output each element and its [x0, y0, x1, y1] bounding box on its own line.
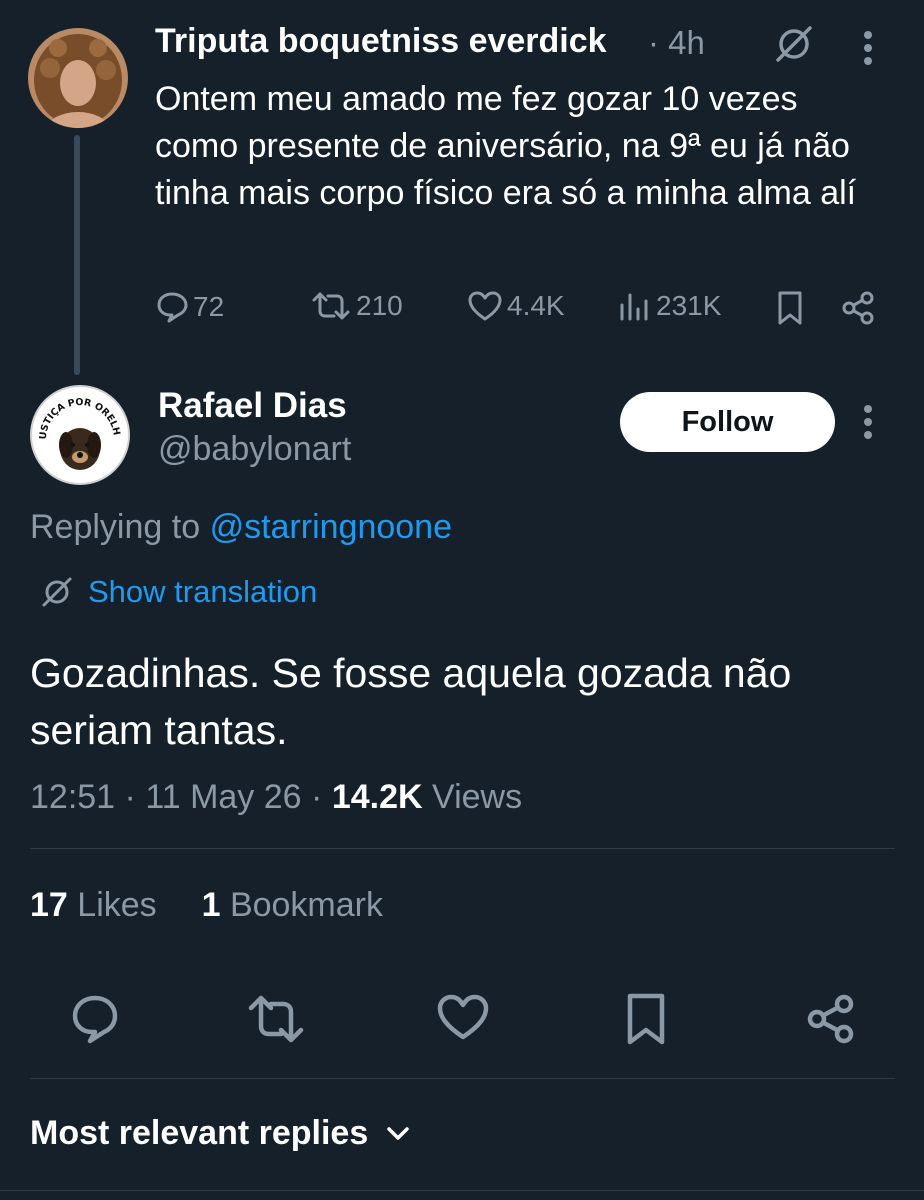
bookmarks-count: 1	[201, 886, 221, 924]
share-button[interactable]	[804, 992, 858, 1046]
parent-repost-count: 210	[356, 290, 403, 321]
view-count: 14.2K	[331, 778, 423, 816]
parent-repost-button[interactable]: 210	[310, 290, 403, 322]
parent-view-count: 231K	[656, 290, 722, 321]
repost-button[interactable]	[246, 992, 306, 1046]
like-button[interactable]	[436, 992, 490, 1042]
show-translation-label: Show translation	[88, 574, 318, 609]
bookmarks-label: Bookmark	[229, 886, 383, 924]
reply-button[interactable]	[68, 992, 122, 1046]
chevron-down-icon	[386, 1126, 410, 1142]
parent-reply-button[interactable]: 72	[155, 290, 224, 324]
tweet-date[interactable]: 11 May 26	[145, 778, 301, 816]
meta-separator: ·	[124, 778, 146, 816]
parent-author-avatar[interactable]	[28, 28, 128, 128]
parent-tweet-time[interactable]: · 4h	[648, 24, 705, 62]
parent-like-button[interactable]: 4.4K	[467, 290, 565, 322]
reply-author-avatar[interactable]: JUSTIÇA POR ORELHA	[28, 379, 130, 485]
likes-count-link[interactable]: 17 Likes	[30, 886, 157, 924]
tweet-metadata: 12:51 · 11 May 26 · 14.2K Views	[30, 778, 522, 817]
engagement-counts: 17 Likes 1 Bookmark	[30, 886, 383, 925]
tweet-time[interactable]: 12:51	[30, 778, 115, 816]
parent-tweet-text: Ontem meu amado me fez gozar 10 vezes co…	[155, 80, 857, 212]
replies-sort-label: Most relevant replies	[30, 1114, 369, 1152]
parent-views-button[interactable]: 231K	[618, 290, 721, 322]
thread-connector-line	[74, 135, 80, 375]
parent-bookmark-button[interactable]	[775, 290, 805, 326]
reply-icon	[155, 290, 189, 324]
follow-button[interactable]: Follow	[620, 392, 835, 452]
analytics-icon	[618, 291, 652, 321]
replies-sort-dropdown[interactable]: Most relevant replies	[30, 1114, 410, 1153]
show-translation-button[interactable]: Show translation	[40, 574, 317, 610]
views-label: Views	[432, 778, 523, 816]
translate-icon	[40, 576, 74, 608]
likes-count: 17	[30, 886, 68, 924]
parent-author-name[interactable]: Triputa boquetniss everdick	[155, 22, 607, 61]
replying-to: Replying to @starringnoone	[30, 508, 452, 547]
replying-to-prefix: Replying to	[30, 508, 201, 546]
bookmarks-count-link[interactable]: 1 Bookmark	[202, 886, 383, 924]
heart-icon	[467, 290, 503, 322]
translate-icon[interactable]	[772, 24, 816, 64]
reply-author-name[interactable]: Rafael Dias	[158, 386, 347, 426]
meta-separator: ·	[311, 778, 332, 816]
bookmark-icon	[775, 290, 805, 326]
share-icon	[840, 290, 876, 326]
parent-like-count: 4.4K	[507, 290, 565, 321]
likes-label: Likes	[77, 886, 157, 924]
reply-tweet-text: Gozadinhas. Se fosse aquela gozada não s…	[30, 650, 792, 753]
divider	[30, 1078, 895, 1079]
reply-more-options-icon[interactable]	[862, 404, 874, 440]
divider	[30, 848, 895, 849]
reply-author-handle[interactable]: @babylonart	[158, 430, 351, 469]
bookmark-button[interactable]	[624, 992, 668, 1046]
replying-to-handle-link[interactable]: @starringnoone	[210, 508, 452, 546]
repost-icon	[310, 291, 352, 321]
parent-reply-count: 72	[193, 291, 225, 322]
divider	[0, 1190, 924, 1191]
parent-share-button[interactable]	[840, 290, 876, 326]
more-options-icon[interactable]	[862, 30, 874, 66]
